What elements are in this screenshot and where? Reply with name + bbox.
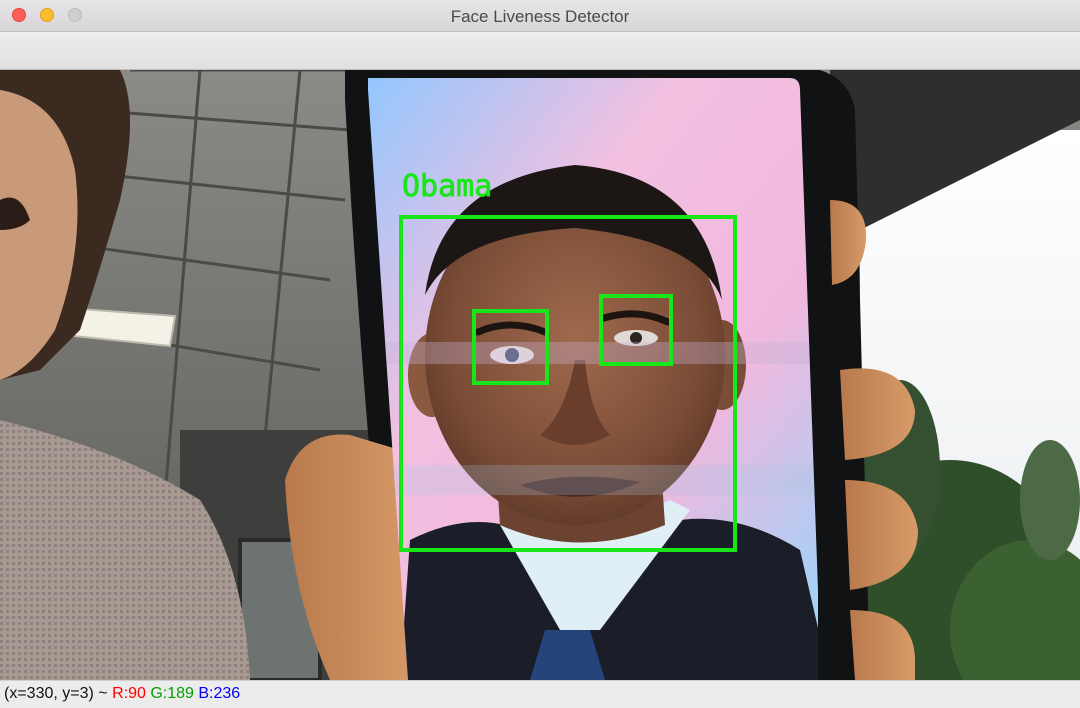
window-title: Face Liveness Detector	[450, 7, 630, 26]
toolbar	[0, 32, 1080, 70]
red-value: R:90	[112, 685, 146, 702]
blue-value: B:236	[198, 685, 241, 702]
phone-screen	[368, 78, 818, 680]
camera-view[interactable]: Obama	[0, 70, 1080, 680]
glitch-band	[368, 342, 818, 364]
detection-label: Obama	[402, 169, 492, 204]
title-bar: Face Liveness Detector	[0, 0, 1080, 32]
status-bar: (x=330, y=3) ~ R:90 G:189 B:236	[0, 680, 1080, 708]
cursor-coordinates: (x=330, y=3) ~	[4, 685, 108, 702]
glitch-band-2	[368, 465, 818, 495]
green-value: G:189	[150, 685, 194, 702]
